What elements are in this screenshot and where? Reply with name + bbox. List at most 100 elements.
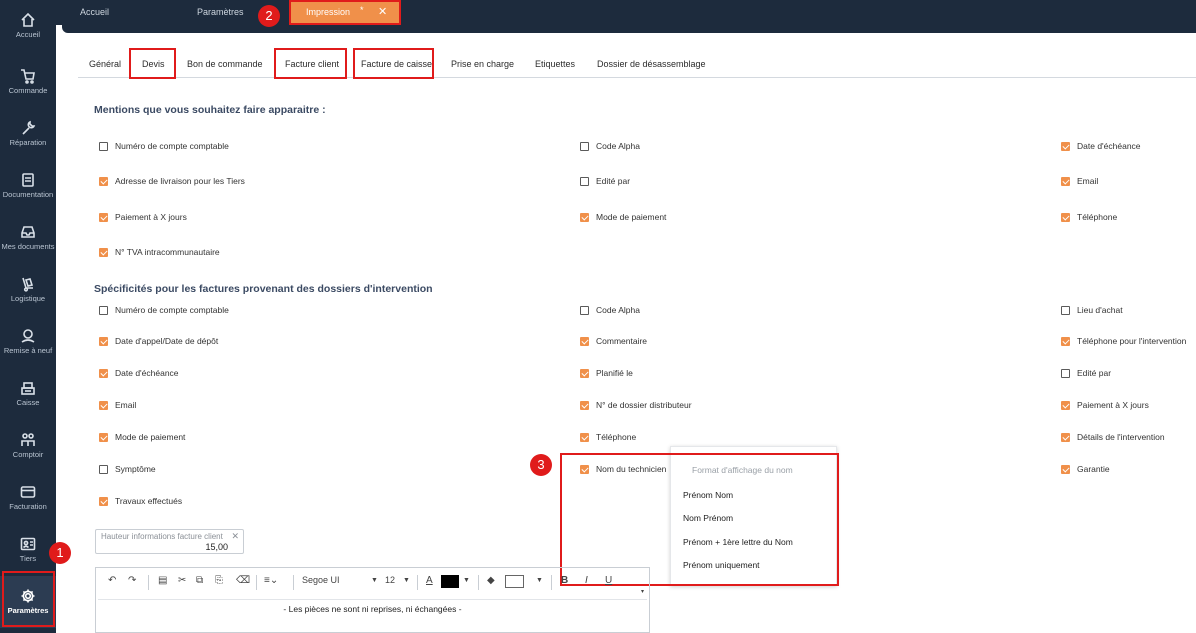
tab-parametres[interactable]: Paramètres [197,0,244,25]
checkbox-paiement-x-jours[interactable]: Paiement à X jours [99,212,187,222]
copy-icon[interactable]: ⧉ [196,575,203,586]
sidebar-item-parametres[interactable]: Paramètres [0,576,56,628]
checkbox-edite-par[interactable]: Edité par [580,176,630,186]
dropdown-option-nom-prenom[interactable]: Nom Prénom [683,513,733,523]
sidebar-item-commande[interactable]: Commande [0,56,56,108]
checkbox-mode-paiement[interactable]: Mode de paiement [580,212,666,222]
checkbox-tva-intracom[interactable]: N° TVA intracommunautaire [99,247,220,257]
checkbox-di-dossier-distributeur[interactable]: N° de dossier distributeur [580,400,692,410]
cut-icon[interactable]: ✂ [178,575,186,586]
chevron-down-icon[interactable]: ▼ [536,577,543,584]
toolbar-separator [293,575,294,590]
dropdown-header: Format d'affichage du nom [692,465,793,475]
dropdown-option-prenom-initiale[interactable]: Prénom + 1ère lettre du Nom [683,537,793,547]
checkbox-adresse-livraison[interactable]: Adresse de livraison pour les Tiers [99,176,245,186]
checkbox-di-planifie[interactable]: Planifié le [580,368,633,378]
tab-accueil[interactable]: Accueil [80,0,109,25]
checkbox-telephone[interactable]: Téléphone [1061,212,1117,222]
tab-general[interactable]: Général [89,59,121,69]
toolbar-separator [148,575,149,590]
checkbox-di-code-alpha[interactable]: Code Alpha [580,305,640,315]
checkbox-di-email[interactable]: Email [99,400,136,410]
tab-facture-de-caisse[interactable]: Facture de caisse [361,59,432,69]
sidebar-item-label: Tiers [19,554,37,563]
tab-facture-client[interactable]: Facture client [285,59,339,69]
sidebar-item-remise-a-neuf[interactable]: Remise à neuf [0,316,56,368]
checkbox-di-lieu-achat[interactable]: Lieu d'achat [1061,305,1123,315]
clear-icon[interactable]: ✕ [231,531,239,542]
checkbox-di-nom-technicien[interactable]: Nom du technicien [580,464,666,474]
underline-icon[interactable]: U [605,575,612,586]
checkbox-numero-compte[interactable]: Numéro de compte comptable [99,141,229,151]
checkbox-di-commentaire[interactable]: Commentaire [580,336,647,346]
checkbox-di-telephone-intervention[interactable]: Téléphone pour l'intervention [1061,336,1186,346]
clear-format-icon[interactable]: ⌫ [236,575,250,586]
chevron-down-icon[interactable]: ▼ [403,577,410,584]
tab-impression[interactable]: Impression * ✕ [290,2,399,23]
paste-icon[interactable]: ⎘ [215,575,223,586]
checkbox-di-numero-compte[interactable]: Numéro de compte comptable [99,305,229,315]
font-family-select[interactable]: Segoe UI [302,575,340,585]
undo-icon[interactable]: ↶ [108,575,116,586]
checkbox-date-echeance[interactable]: Date d'échéance [1061,141,1141,151]
checkbox-di-date-echeance[interactable]: Date d'échéance [99,368,179,378]
rich-text-editor[interactable]: ↶ ↷ ▤ ✂ ⧉ ⎘ ⌫ ≡⌄ Segoe UI ▼ 12 ▼ A ▼ ◆ ▼… [95,567,650,633]
sidebar-item-tiers[interactable]: Tiers [0,524,56,576]
sidebar-item-logistique[interactable]: Logistique [0,264,56,316]
chevron-down-icon[interactable]: ▼ [463,577,470,584]
sidebar-item-documentation[interactable]: Documentation [0,160,56,212]
checkbox-di-date-appel[interactable]: Date d'appel/Date de dépôt [99,336,218,346]
checkbox-di-travaux[interactable]: Travaux effectués [99,496,182,506]
sidebar-item-accueil[interactable]: Accueil [0,0,56,52]
checkbox-di-telephone[interactable]: Téléphone [580,432,636,442]
wrench-icon [22,120,36,135]
checkbox-code-alpha[interactable]: Code Alpha [580,141,640,151]
hauteur-field[interactable]: Hauteur informations facture client ✕ 15… [95,529,244,554]
checkbox-di-symptome[interactable]: Symptôme [99,464,156,474]
card-icon [20,486,36,498]
select-all-icon[interactable]: ▤ [158,575,167,586]
checkbox-email[interactable]: Email [1061,176,1098,186]
highlight-color-swatch[interactable] [505,575,524,588]
sidebar-item-reparation[interactable]: Réparation [0,108,56,160]
text-color-swatch[interactable] [441,575,459,588]
document-icon [22,173,34,187]
toolbar-separator [478,575,479,590]
section-title-mentions: Mentions que vous souhaitez faire appara… [94,104,326,116]
tab-dossier-de-desassemblage[interactable]: Dossier de désassemblage [597,59,706,69]
editor-content-area[interactable]: - Les pièces ne sont ni reprises, ni éch… [98,599,647,632]
checkbox-di-details-intervention[interactable]: Détails de l'intervention [1061,432,1165,442]
sidebar-item-caisse[interactable]: Caisse [0,368,56,420]
close-tab-icon[interactable]: ✕ [378,2,387,23]
checkbox-di-edite-par[interactable]: Edité par [1061,368,1111,378]
redo-icon[interactable]: ↷ [128,575,136,586]
tab-impression-label: Impression [306,7,351,17]
sidebar-item-label: Paramètres [7,606,49,615]
tab-devis[interactable]: Devis [142,59,165,69]
tab-etiquettes[interactable]: Etiquettes [535,59,575,69]
highlight-color-icon[interactable]: ◆ [487,575,495,586]
dropdown-option-prenom-nom[interactable]: Prénom Nom [683,490,733,500]
hauteur-value: 15,00 [205,542,228,552]
sidebar-item-comptoir[interactable]: Comptoir [0,420,56,472]
checkbox-di-paiement-x-jours[interactable]: Paiement à X jours [1061,400,1149,410]
sidebar-item-label: Documentation [2,190,54,199]
text-color-icon[interactable]: A [426,575,433,586]
sidebar-item-facturation[interactable]: Facturation [0,472,56,524]
editor-text: - Les pièces ne sont ni reprises, ni éch… [283,604,462,614]
sidebar-item-mes-documents[interactable]: Mes documents [0,212,56,264]
bold-icon[interactable]: B [561,575,568,586]
tab-prise-en-charge[interactable]: Prise en charge [451,59,514,69]
italic-icon[interactable]: I [585,575,588,586]
checkbox-di-mode-paiement[interactable]: Mode de paiement [99,432,185,442]
checkbox-di-garantie[interactable]: Garantie [1061,464,1110,474]
hand-truck-icon [22,277,34,292]
paragraph-format-icon[interactable]: ≡⌄ [264,575,278,586]
font-size-select[interactable]: 12 [385,575,395,585]
expand-toolbar-icon[interactable]: ▾ [641,588,644,595]
chevron-down-icon[interactable]: ▼ [371,577,378,584]
dropdown-option-prenom-uniquement[interactable]: Prénom uniquement [683,560,760,570]
section-title-specificites: Spécificités pour les factures provenant… [94,283,433,295]
tab-bon-de-commande[interactable]: Bon de commande [187,59,263,69]
sidebar-item-label: Logistique [10,294,46,303]
